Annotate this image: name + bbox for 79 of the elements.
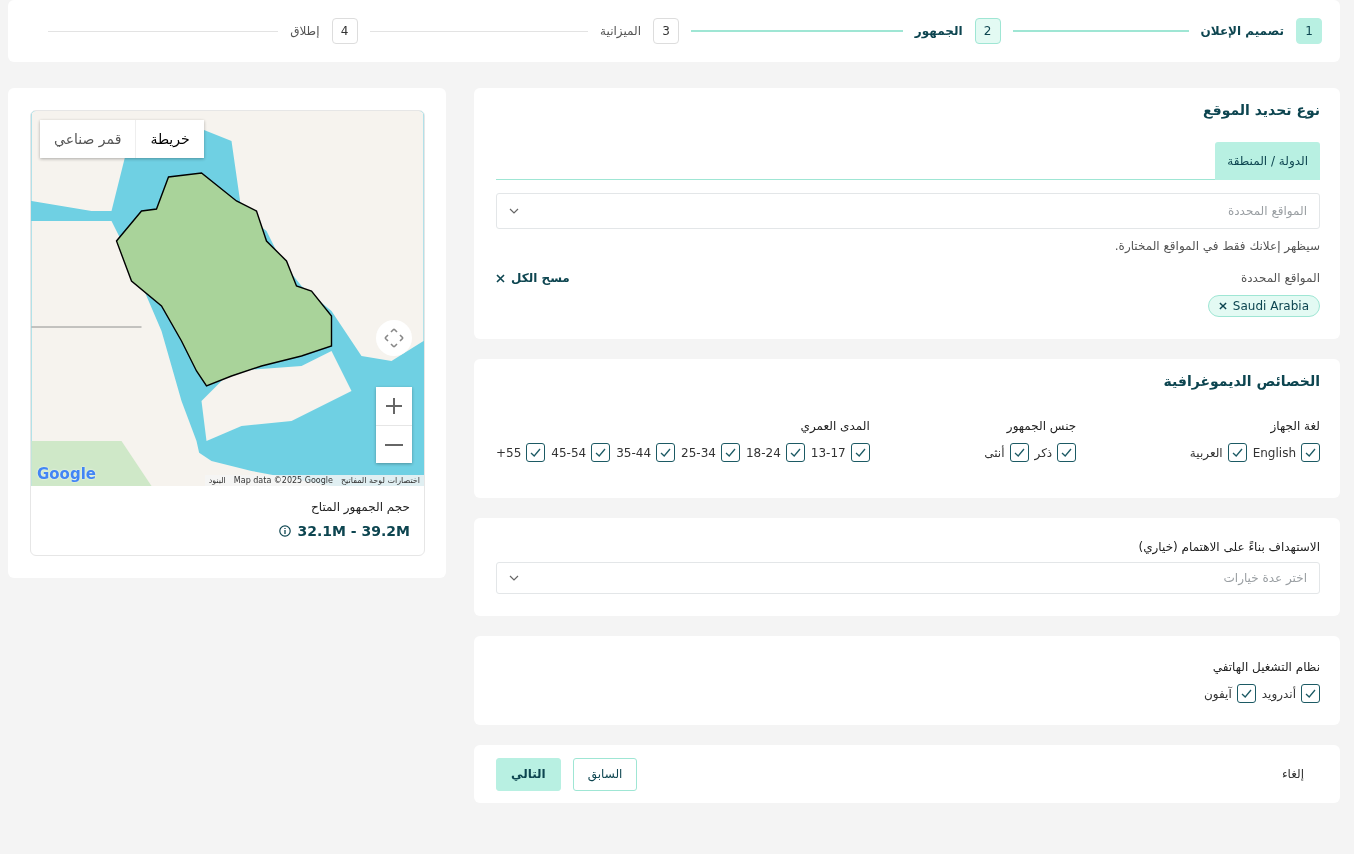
check-icon — [1012, 446, 1026, 459]
step-label[interactable]: تصميم الإعلان — [1200, 24, 1284, 38]
step-label[interactable]: إطلاق — [290, 24, 320, 38]
zoom-out-button[interactable] — [376, 425, 412, 463]
map-type-button[interactable]: قمر صناعي — [40, 120, 137, 158]
checkbox-label: 25-34 — [681, 445, 716, 460]
checkbox-label: أنثى — [984, 445, 1005, 460]
checkbox-label: English — [1252, 445, 1296, 460]
check-icon — [723, 446, 737, 459]
group-label: المدى العمري — [799, 419, 870, 433]
chevron-down-icon — [509, 208, 519, 214]
field-label: الاستهداف بناءً على الاهتمام (خياري) — [1137, 540, 1320, 554]
checkbox[interactable] — [591, 443, 611, 462]
group-label: لغة الجهاز — [1269, 419, 1320, 433]
group-label: جنس الجمهور — [1005, 419, 1077, 433]
checkbox-label: 35-44 — [616, 445, 652, 460]
step-label[interactable]: الجمهور — [914, 24, 963, 38]
attribution-link[interactable]: Map data ©2025 Google — [229, 475, 337, 486]
checkbox[interactable] — [1227, 443, 1247, 462]
checkbox-label: العربية — [1189, 445, 1223, 460]
check-icon — [853, 446, 867, 459]
checkbox[interactable] — [785, 443, 805, 462]
check-icon — [1304, 687, 1317, 700]
check-icon — [1230, 446, 1244, 459]
audience-size-value: 32.1M - 39.2M — [297, 523, 410, 539]
step-number[interactable]: 1 — [1296, 18, 1322, 44]
step-number[interactable]: 4 — [331, 18, 358, 44]
zoom-in-button[interactable] — [376, 387, 412, 425]
check-icon — [529, 446, 543, 459]
check-icon — [1304, 446, 1317, 459]
check-icon — [659, 446, 673, 459]
check-icon — [788, 446, 802, 459]
audience-size-label: حجم الجمهور المتاح — [310, 500, 410, 514]
arrows-icon — [383, 327, 405, 349]
attribution-link[interactable]: البنود — [204, 475, 230, 486]
checkbox[interactable] — [1057, 443, 1077, 462]
info-icon[interactable] — [279, 525, 292, 537]
hint-text: سيظهر إعلانك فقط في المواقع المختارة. — [1113, 239, 1320, 253]
next-button[interactable]: التالي — [496, 757, 561, 791]
checkbox-label: 18-24 — [745, 445, 781, 460]
checkbox-label: أندرويد — [1261, 686, 1296, 701]
map-logo: Google — [37, 465, 96, 483]
checkbox-label: 55+ — [496, 445, 522, 460]
checkbox[interactable] — [850, 443, 870, 462]
checkbox[interactable] — [656, 443, 676, 462]
checkbox-label: 13-17 — [810, 445, 846, 460]
attribution-link[interactable]: اختصارات لوحة المفاتيح — [336, 475, 424, 486]
field-label: نظام التشغيل الهاتفي — [1211, 660, 1320, 674]
check-icon — [1239, 687, 1253, 700]
section-title: الخصائص الديموغرافية — [1162, 373, 1320, 389]
location-chip[interactable]: Saudi Arabia — [1207, 295, 1320, 317]
checkbox[interactable] — [1236, 684, 1256, 703]
chevron-down-icon — [509, 575, 519, 581]
step-label[interactable]: الميزانية — [600, 24, 641, 38]
dropdown-placeholder: اختر عدة خيارات — [1223, 571, 1307, 585]
checkbox[interactable] — [720, 443, 740, 462]
checkbox-label: آيفون — [1204, 686, 1232, 701]
field-label: المواقع المحددة — [1241, 271, 1320, 285]
step-number[interactable]: 2 — [974, 18, 1001, 44]
checkbox[interactable] — [526, 443, 546, 462]
checkbox-label: 45-54 — [551, 445, 587, 460]
checkbox-label: ذكر — [1034, 445, 1053, 460]
previous-button[interactable]: السابق — [572, 757, 638, 791]
minus-icon — [385, 443, 403, 446]
check-icon — [594, 446, 608, 459]
remove-icon[interactable] — [1218, 302, 1227, 310]
section-title: نوع تحديد الموقع — [1201, 102, 1320, 118]
map-type-button[interactable]: خريطة — [136, 120, 204, 158]
plus-icon — [385, 397, 403, 415]
tab[interactable]: الدولة / المنطقة — [1215, 142, 1320, 180]
clear-all-button[interactable]: مسح الكل — [496, 271, 570, 285]
check-icon — [1060, 446, 1074, 459]
checkbox[interactable] — [1009, 443, 1029, 462]
cancel-button[interactable]: إلغاء — [1267, 767, 1318, 781]
close-icon — [496, 273, 505, 283]
dropdown-placeholder: المواقع المحددة — [1228, 204, 1307, 218]
checkbox[interactable] — [1301, 443, 1320, 462]
step-number[interactable]: 3 — [653, 18, 679, 44]
checkbox[interactable] — [1301, 684, 1320, 703]
